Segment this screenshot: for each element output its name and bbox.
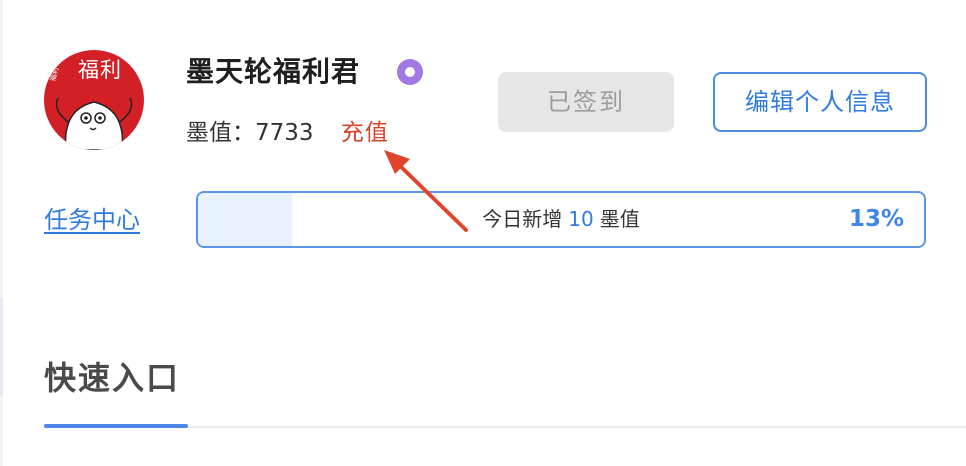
signed-in-button[interactable]: 已签到 <box>498 72 674 132</box>
recharge-link[interactable]: 充值 <box>341 120 389 146</box>
quick-entry-tab-indicator <box>44 424 188 428</box>
points-label: 墨值： <box>186 120 255 146</box>
username: 墨天轮福利君 <box>186 55 361 88</box>
gear-badge-icon <box>397 59 423 85</box>
avatar[interactable]: 福利 福利 <box>44 50 144 150</box>
left-edge-marker <box>0 298 3 396</box>
quick-entry-title: 快速入口 <box>44 359 181 397</box>
progress-text: 今日新增 10 墨值 <box>198 193 924 246</box>
task-center-link[interactable]: 任务中心 <box>44 200 140 240</box>
progress-prefix: 今日新增 <box>482 207 563 231</box>
avatar-ghost-icon <box>55 97 133 150</box>
progress-amount: 10 <box>568 207 594 231</box>
progress-percent: 13% <box>848 206 904 232</box>
daily-progress-bar: 今日新增 10 墨值 13% <box>196 191 926 248</box>
progress-suffix: 墨值 <box>599 207 640 231</box>
left-edge <box>0 0 3 466</box>
points-value: 7733 <box>255 120 314 146</box>
points-row: 墨值：7733 充值 <box>186 113 389 153</box>
edit-profile-button[interactable]: 编辑个人信息 <box>713 72 927 132</box>
